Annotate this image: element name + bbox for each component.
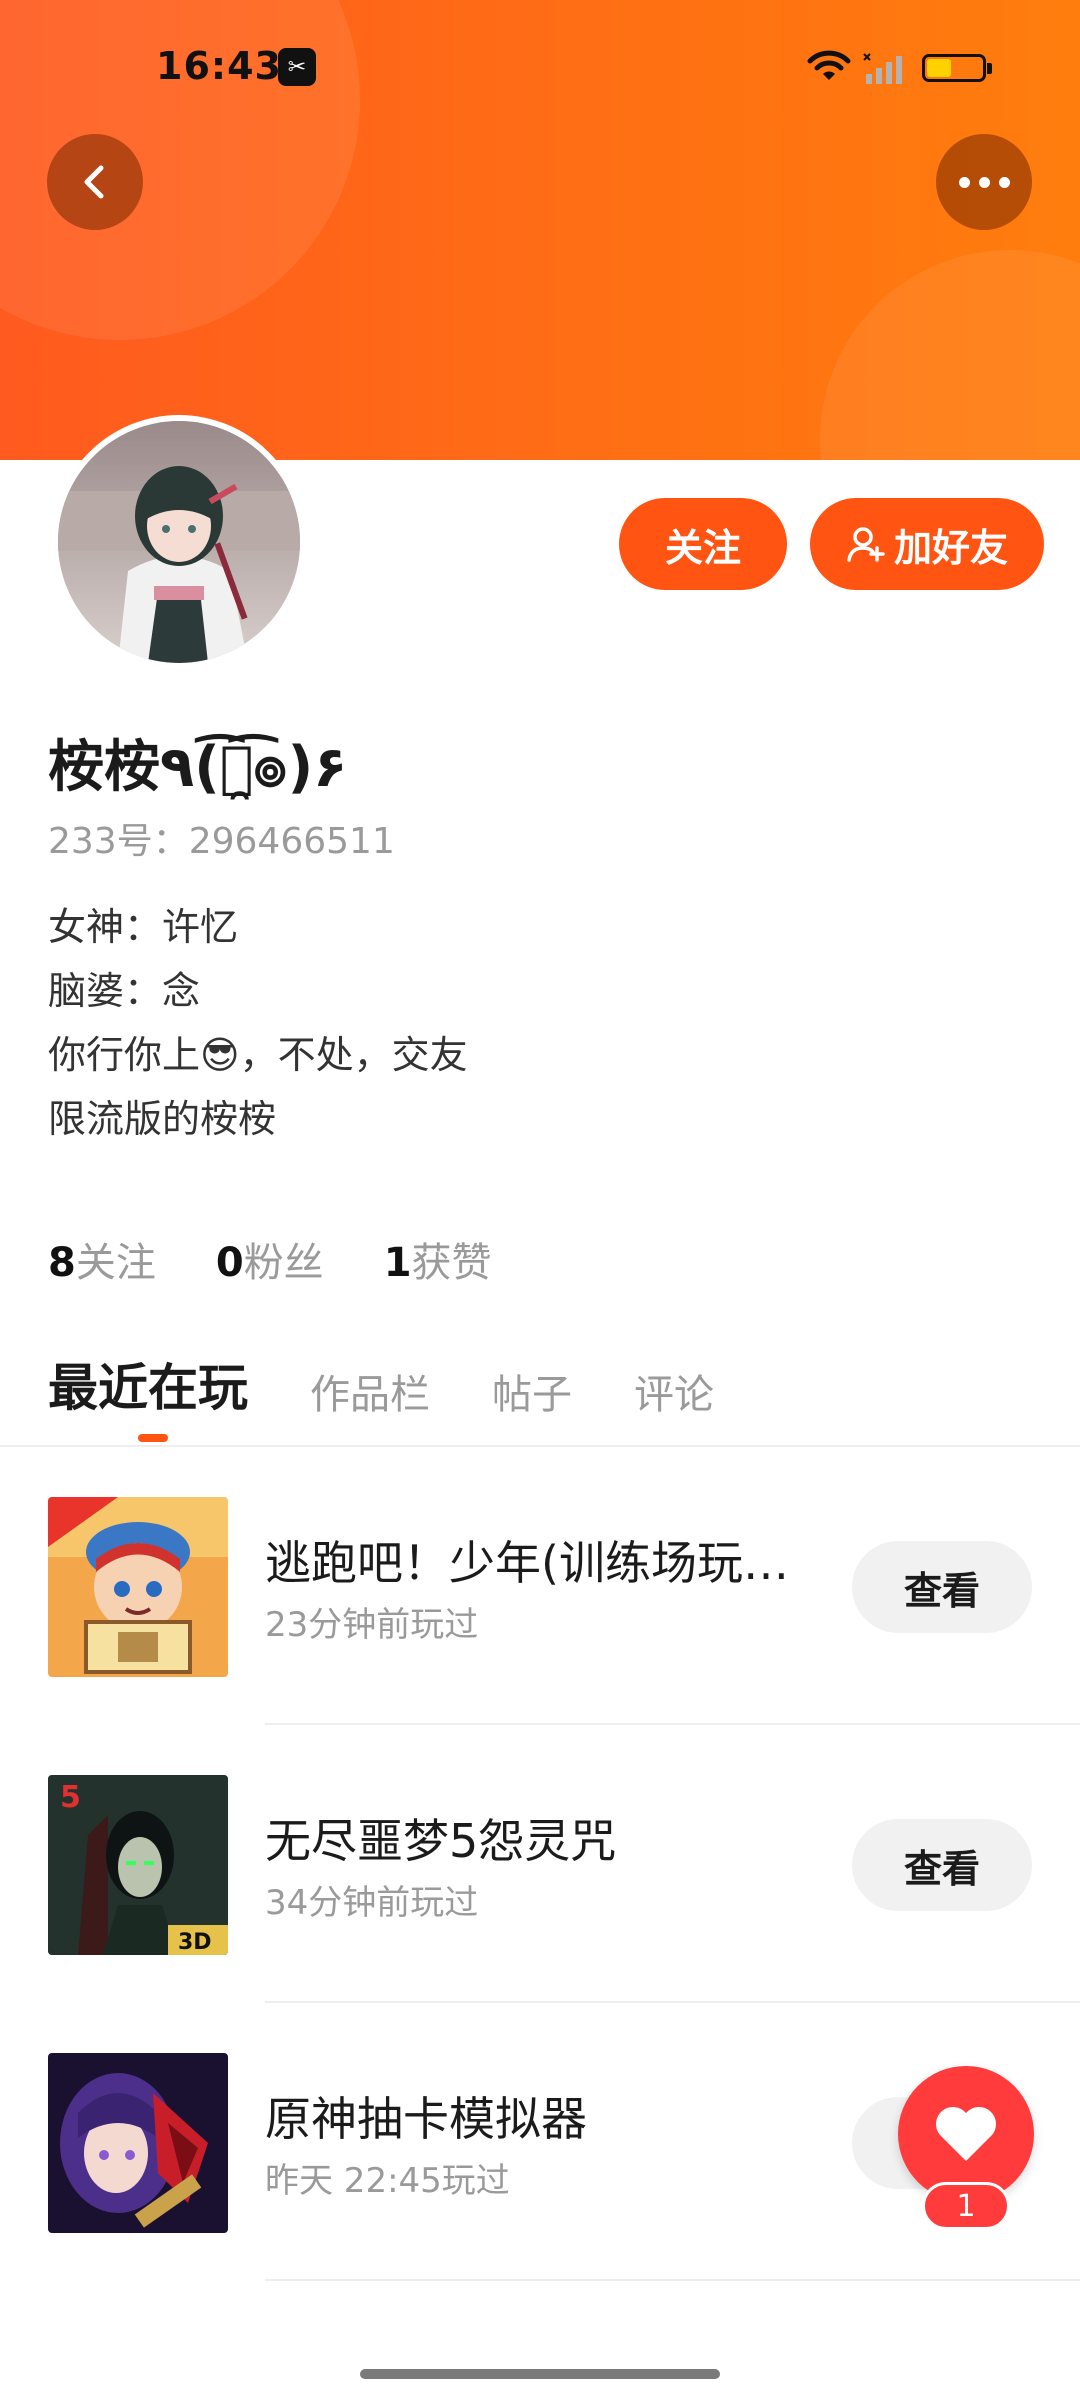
tab-indicator xyxy=(138,1434,168,1442)
bio-line: 限流版的桉桉 xyxy=(48,1097,277,1141)
bio-line: 脑婆：念 xyxy=(48,969,201,1013)
stat-number: 0 xyxy=(215,1240,244,1286)
svg-text:3D: 3D xyxy=(178,1930,212,1955)
heart-icon xyxy=(935,2106,997,2161)
game-title: 原神抽卡模拟器 xyxy=(265,2092,587,2146)
svg-text:5: 5 xyxy=(60,1780,81,1815)
game-last-played: 23分钟前玩过 xyxy=(265,1605,479,1645)
game-last-played: 昨天 22:45玩过 xyxy=(265,2161,510,2201)
stat-likes[interactable]: 1获赞 xyxy=(384,1230,492,1288)
profile-tabs: 最近在玩 作品栏 帖子 评论 xyxy=(48,1348,714,1420)
game-icon xyxy=(48,1497,228,1677)
tab-works[interactable]: 作品栏 xyxy=(310,1362,430,1420)
stat-label: 获赞 xyxy=(411,1240,492,1286)
bio-line: 女神：许忆 xyxy=(48,905,239,949)
profile-page: 16:43 ✂ 关注 加好友 桉桉٩(͡๏̯͡๏)۶ 233号：29646651… xyxy=(0,0,1080,2400)
view-button[interactable]: 查看 xyxy=(852,1541,1032,1633)
view-button[interactable]: 查看 xyxy=(852,1819,1032,1911)
avatar[interactable] xyxy=(52,415,306,669)
chevron-left-icon xyxy=(84,165,104,199)
game-icon: 5 3D xyxy=(48,1775,228,1955)
stat-label: 关注 xyxy=(75,1240,156,1286)
add-friend-label: 加好友 xyxy=(893,525,1008,570)
tab-recently-played[interactable]: 最近在玩 xyxy=(48,1348,248,1420)
stat-followers[interactable]: 0粉丝 xyxy=(216,1230,324,1288)
like-count-badge: 1 xyxy=(922,2182,1010,2230)
game-icon xyxy=(48,2053,228,2233)
username: 桉桉٩(͡๏̯͡๏)۶ xyxy=(48,735,348,800)
game-list-item[interactable]: 5 3D 无尽噩梦5怨灵咒 34分钟前玩过 查看 xyxy=(0,1725,1080,2003)
follow-button[interactable]: 关注 xyxy=(619,498,787,590)
status-time: 16:43 xyxy=(156,44,282,88)
game-title: 逃跑吧！少年(训练场玩… xyxy=(265,1536,789,1590)
add-user-icon xyxy=(847,527,885,562)
tab-comments[interactable]: 评论 xyxy=(634,1362,714,1420)
row-divider xyxy=(265,2279,1080,2281)
back-button[interactable] xyxy=(47,134,143,230)
battery-icon xyxy=(922,54,992,82)
user-id: 233号：296466511 xyxy=(48,821,395,862)
add-friend-button[interactable]: 加好友 xyxy=(810,498,1044,590)
game-list-item[interactable]: 逃跑吧！少年(训练场玩… 23分钟前玩过 查看 xyxy=(0,1447,1080,1725)
profile-header-banner: 16:43 ✂ xyxy=(0,0,1080,460)
stat-number: 1 xyxy=(383,1240,412,1286)
signal-icon xyxy=(863,53,902,84)
stats-row: 8关注 0粉丝 1获赞 xyxy=(48,1230,492,1288)
bio: 女神：许忆 脑婆：念 你行你上😎，不处，交友 限流版的桉桉 xyxy=(48,895,468,1151)
avatar-image xyxy=(58,421,300,663)
tab-posts[interactable]: 帖子 xyxy=(492,1362,572,1420)
home-indicator[interactable] xyxy=(360,2369,720,2379)
bio-line: 你行你上😎，不处，交友 xyxy=(48,1033,468,1077)
game-last-played: 34分钟前玩过 xyxy=(265,1883,479,1923)
more-button[interactable] xyxy=(936,134,1032,230)
status-bar: 16:43 ✂ xyxy=(0,0,1080,130)
more-horizontal-icon xyxy=(958,176,1010,188)
stat-number: 8 xyxy=(48,1240,76,1286)
wifi-icon xyxy=(807,50,851,80)
stat-following[interactable]: 8关注 xyxy=(48,1230,156,1288)
game-title: 无尽噩梦5怨灵咒 xyxy=(265,1814,617,1868)
stat-label: 粉丝 xyxy=(243,1240,324,1286)
capcut-notification-icon: ✂ xyxy=(278,48,316,86)
